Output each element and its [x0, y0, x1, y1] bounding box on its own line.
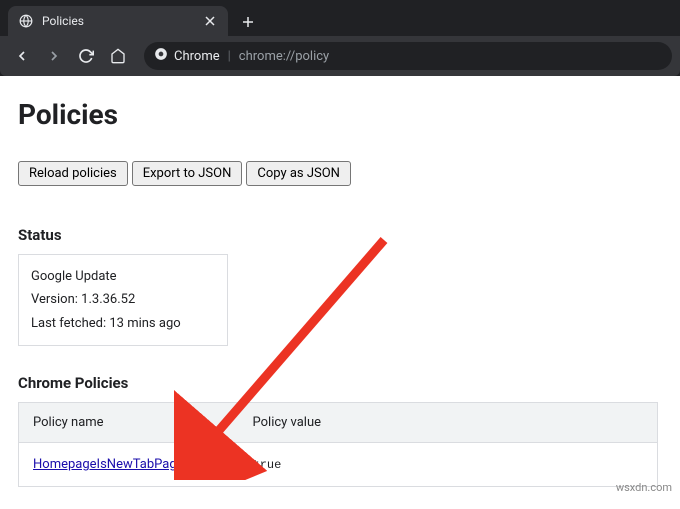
table-row: HomepageIsNewTabPage true: [19, 443, 658, 487]
status-update-name: Google Update: [31, 265, 215, 288]
omnibox-url: chrome://policy: [239, 49, 329, 64]
chrome-icon: [154, 47, 168, 65]
status-fetched-row: Last fetched: 13 mins ago: [31, 312, 215, 335]
omnibox-prefix-text: Chrome: [174, 49, 220, 64]
forward-button[interactable]: [40, 42, 68, 70]
tab-title: Policies: [42, 14, 194, 28]
col-policy-value: Policy value: [239, 403, 658, 443]
table-header-row: Policy name Policy value: [19, 403, 658, 443]
back-button[interactable]: [8, 42, 36, 70]
version-value: 1.3.36.52: [81, 292, 135, 307]
external-link-icon: [186, 459, 198, 471]
close-icon[interactable]: [202, 13, 218, 29]
browser-toolbar: Chrome | chrome://policy: [0, 36, 680, 76]
page-content: Policies Reload policies Export to JSON …: [0, 76, 680, 509]
address-bar[interactable]: Chrome | chrome://policy: [144, 42, 672, 70]
globe-icon: [18, 13, 34, 29]
reload-policies-button[interactable]: Reload policies: [18, 161, 128, 186]
watermark: wsxdn.com: [616, 481, 672, 494]
page-title: Policies: [18, 98, 662, 131]
browser-tab[interactable]: Policies: [8, 6, 228, 36]
omnibox-divider: |: [228, 49, 231, 64]
fetched-value: 13 mins ago: [109, 316, 180, 331]
col-policy-name: Policy name: [19, 403, 239, 443]
policy-table: Policy name Policy value HomepageIsNewTa…: [18, 402, 658, 487]
action-buttons: Reload policies Export to JSON Copy as J…: [18, 161, 662, 186]
home-button[interactable]: [104, 42, 132, 70]
policy-name-text: HomepageIsNewTabPage: [33, 457, 184, 472]
copy-json-button[interactable]: Copy as JSON: [246, 161, 351, 186]
status-version-row: Version: 1.3.36.52: [31, 288, 215, 311]
version-label: Version:: [31, 292, 78, 307]
status-box: Google Update Version: 1.3.36.52 Last fe…: [18, 254, 228, 346]
fetched-label: Last fetched:: [31, 316, 106, 331]
new-tab-button[interactable]: [234, 8, 262, 36]
browser-chrome: Policies Chrome: [0, 0, 680, 76]
tab-bar: Policies: [0, 0, 680, 36]
status-heading: Status: [18, 226, 662, 244]
chrome-policies-heading: Chrome Policies: [18, 374, 662, 392]
omnibox-origin-chip: Chrome: [154, 47, 220, 65]
export-json-button[interactable]: Export to JSON: [132, 161, 243, 186]
policy-value-text: true: [253, 458, 282, 472]
reload-button[interactable]: [72, 42, 100, 70]
policy-name-link[interactable]: HomepageIsNewTabPage: [33, 457, 198, 472]
